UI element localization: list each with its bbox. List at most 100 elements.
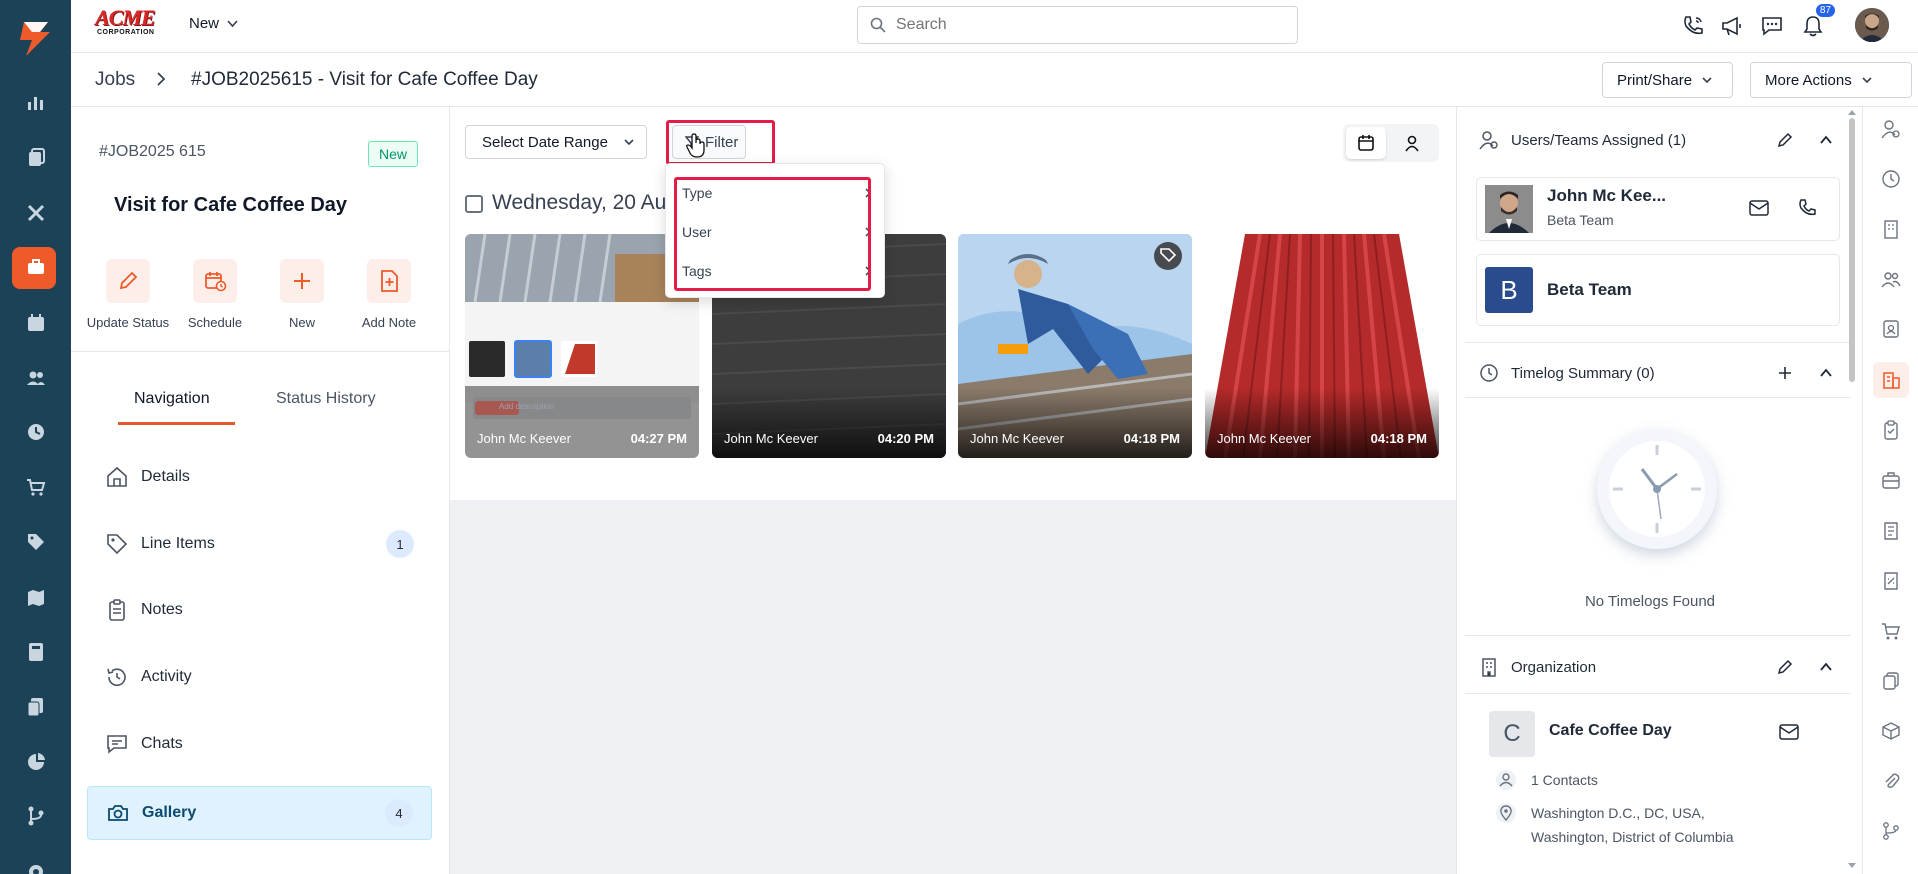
rail-invoice-icon[interactable]	[1863, 509, 1918, 553]
new-button[interactable]: New	[257, 259, 347, 330]
breadcrumb-jobs-link[interactable]: Jobs	[95, 69, 135, 91]
chat-icon[interactable]	[1758, 12, 1786, 40]
nav-item-chats[interactable]: Chats	[87, 717, 432, 771]
photo-card[interactable]: Add description John Mc Keever 04:27 PM	[465, 234, 699, 458]
search-input[interactable]	[896, 16, 1256, 34]
assigned-team-card[interactable]: B Beta Team	[1476, 254, 1840, 326]
user-avatar[interactable]	[1855, 8, 1889, 42]
print-share-button[interactable]: Print/Share	[1602, 62, 1733, 98]
rail-tools-icon[interactable]	[0, 191, 71, 235]
scroll-down-icon[interactable]	[1847, 862, 1857, 870]
rail-briefcase-icon[interactable]	[1863, 458, 1918, 502]
add-note-button[interactable]: Add Note	[344, 259, 434, 330]
nav-item-gallery[interactable]: Gallery 4	[87, 786, 432, 840]
brand-logo[interactable]: ACME CORPORATION	[95, 7, 167, 39]
caption-shade	[1205, 388, 1439, 458]
photo-card[interactable]: John Mc Keever 04:18 PM	[1205, 234, 1439, 458]
rail-dashboard-icon[interactable]	[0, 80, 71, 124]
mail-icon[interactable]	[1779, 724, 1799, 740]
organization-actions	[1777, 659, 1833, 675]
calendar-view-button[interactable]	[1346, 127, 1386, 159]
rail-jobs-icon[interactable]	[0, 245, 71, 289]
app-logo-icon[interactable]	[14, 18, 56, 58]
rail-time-icon[interactable]	[0, 410, 71, 454]
rail-calculator-icon[interactable]	[0, 630, 71, 674]
rail-contacts-icon[interactable]	[0, 356, 71, 400]
search-icon	[870, 17, 886, 33]
pencil-icon[interactable]	[1777, 659, 1793, 675]
rail-user-settings-icon[interactable]	[1863, 107, 1918, 151]
mail-icon[interactable]	[1749, 200, 1769, 216]
new-menu[interactable]: New	[189, 15, 238, 32]
rail-contact-card-icon[interactable]	[1863, 307, 1918, 351]
chevron-up-icon[interactable]	[1819, 365, 1833, 381]
rail-workflow-icon[interactable]	[0, 794, 71, 838]
search-box[interactable]	[857, 6, 1298, 44]
rail-contacts-icon[interactable]	[1863, 257, 1918, 301]
scrollbar-thumb[interactable]	[1849, 118, 1855, 382]
gallery-panel: Select Date Range Filter Wednesday, 20 A…	[450, 107, 1456, 500]
rail-checklist-icon[interactable]	[1863, 408, 1918, 452]
select-day-checkbox[interactable]	[465, 195, 483, 213]
divider	[71, 351, 450, 352]
schedule-button[interactable]: Schedule	[170, 259, 260, 330]
count-badge: 1	[386, 530, 414, 558]
phone-activity-icon[interactable]	[1679, 12, 1707, 40]
divider	[1465, 693, 1851, 694]
rail-workflow-icon[interactable]	[1863, 809, 1918, 853]
rail-purchase-icon[interactable]	[1863, 609, 1918, 653]
organization-name[interactable]: Cafe Coffee Day	[1549, 722, 1672, 740]
photo-user: John Mc Keever	[724, 431, 818, 446]
photo-user: John Mc Keever	[970, 431, 1064, 446]
rail-cart-icon[interactable]	[0, 465, 71, 509]
clock-icon	[1480, 364, 1498, 382]
more-actions-button[interactable]: More Actions	[1750, 62, 1912, 98]
nav-item-notes[interactable]: Notes	[87, 583, 432, 637]
nav-item-details[interactable]: Details	[87, 450, 432, 504]
rail-site-icon[interactable]	[1863, 358, 1918, 402]
empty-clock-illustration	[1597, 429, 1717, 549]
nav-item-line-items[interactable]: Line Items 1	[87, 517, 432, 571]
rail-estimate-icon[interactable]	[1863, 559, 1918, 603]
bell-icon[interactable]: 87	[1799, 4, 1835, 40]
active-tab-indicator	[118, 422, 235, 425]
phone-icon[interactable]	[1797, 198, 1817, 218]
top-bar: ACME CORPORATION New 87	[71, 0, 1918, 53]
rail-tag-icon[interactable]	[0, 520, 71, 564]
caption-shade	[958, 388, 1192, 458]
assigned-user-name: John Mc Kee...	[1547, 186, 1667, 205]
add-description-input[interactable]: Add description	[499, 402, 554, 411]
rail-calendar-icon[interactable]	[0, 301, 71, 345]
section-title: Organization	[1511, 658, 1597, 676]
tab-status-history[interactable]: Status History	[276, 390, 376, 408]
plus-icon[interactable]	[1777, 365, 1793, 381]
rail-organization-icon[interactable]	[1863, 207, 1918, 251]
rail-reports-icon[interactable]	[0, 740, 71, 784]
photo-card[interactable]: John Mc Keever 04:18 PM	[958, 234, 1192, 458]
contacts-count[interactable]: 1 Contacts	[1531, 772, 1598, 788]
rail-inventory-icon[interactable]	[1863, 709, 1918, 753]
scroll-up-icon[interactable]	[1847, 108, 1857, 116]
assigned-user-card[interactable]: John Mc Kee... Beta Team	[1476, 177, 1840, 241]
pencil-icon[interactable]	[1777, 132, 1793, 148]
rail-tasks-icon[interactable]	[0, 136, 71, 180]
rail-copy-icon[interactable]	[1863, 659, 1918, 703]
user-view-button[interactable]	[1392, 127, 1432, 159]
clock-icon	[1609, 441, 1705, 537]
megaphone-icon[interactable]	[1718, 12, 1746, 40]
nav-item-activity[interactable]: Activity	[87, 650, 432, 704]
chevron-up-icon[interactable]	[1819, 132, 1833, 148]
update-status-button[interactable]: Update Status	[83, 259, 173, 330]
rail-documents-icon[interactable]	[0, 685, 71, 729]
rail-attachment-icon[interactable]	[1863, 759, 1918, 803]
rail-timelog-icon[interactable]	[1863, 157, 1918, 201]
rail-map-icon[interactable]	[0, 576, 71, 620]
status-badge: New	[368, 141, 419, 167]
chevron-up-icon[interactable]	[1819, 659, 1833, 675]
job-detail-panel: #JOB2025 615 New Visit for Cafe Coffee D…	[71, 107, 450, 874]
team-avatar: B	[1485, 267, 1533, 313]
organization-avatar: C	[1489, 711, 1535, 757]
tab-navigation[interactable]: Navigation	[134, 390, 210, 408]
rail-settings-icon[interactable]	[0, 850, 71, 874]
date-range-select[interactable]: Select Date Range	[465, 125, 647, 159]
